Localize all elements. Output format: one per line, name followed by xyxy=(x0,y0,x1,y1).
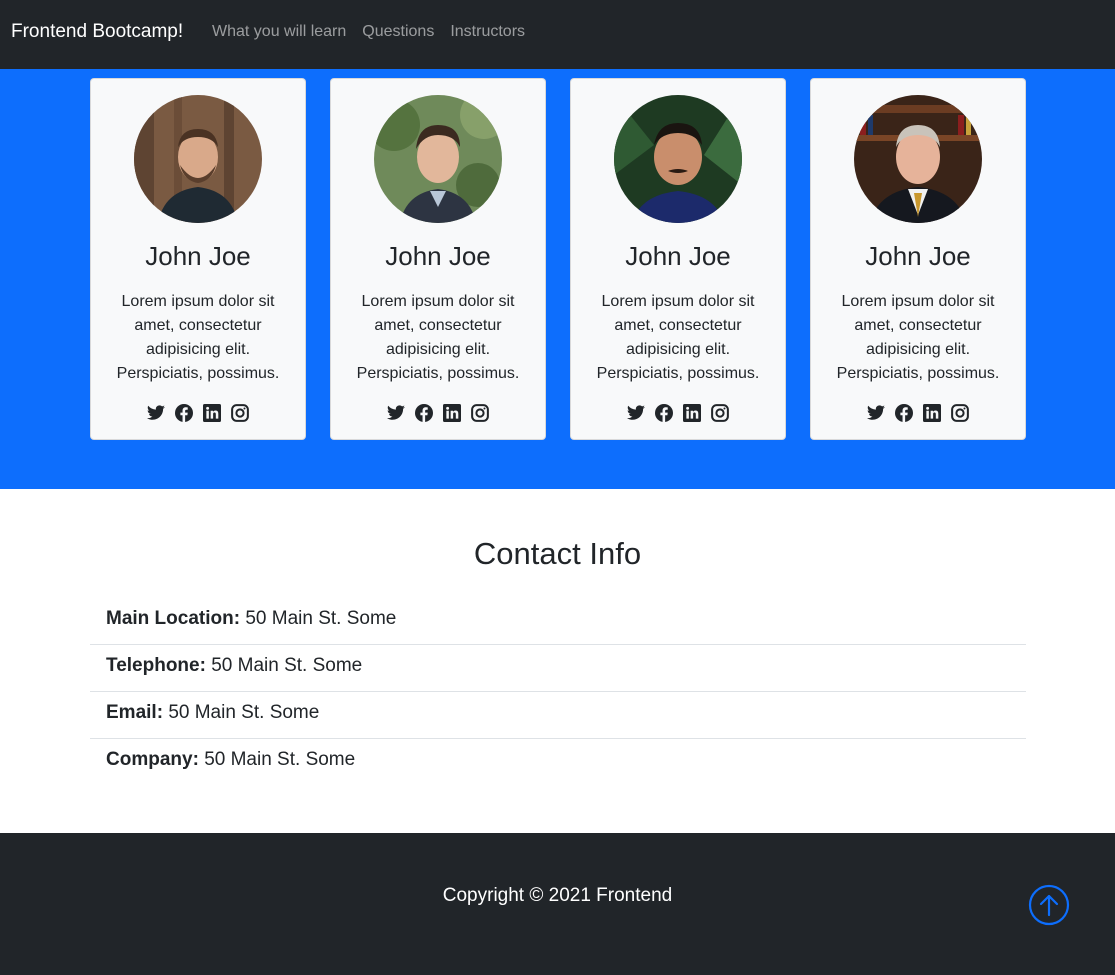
instructor-photo xyxy=(854,95,982,223)
instructor-photo xyxy=(614,95,742,223)
facebook-icon[interactable] xyxy=(895,404,913,422)
contact-value: 50 Main St. Some xyxy=(204,749,356,770)
facebook-icon[interactable] xyxy=(415,404,433,422)
twitter-icon[interactable] xyxy=(867,404,885,422)
nav-link-what-you-will-learn[interactable]: What you will learn xyxy=(212,23,346,41)
contact-item-telephone: Telephone: 50 Main St. Some xyxy=(90,645,1026,692)
twitter-icon[interactable] xyxy=(387,404,405,422)
copyright-text: Copyright © 2021 Frontend xyxy=(442,885,673,906)
social-links xyxy=(571,404,785,422)
instructor-card: John Joe Lorem ipsum dolor sit amet, con… xyxy=(330,78,546,440)
twitter-icon[interactable] xyxy=(627,404,645,422)
instructor-name: John Joe xyxy=(865,241,971,271)
instructors-section: John Joe Lorem ipsum dolor sit amet, con… xyxy=(0,69,1115,489)
nav-link-instructors[interactable]: Instructors xyxy=(450,23,525,41)
instagram-icon[interactable] xyxy=(231,404,249,422)
instagram-icon[interactable] xyxy=(951,404,969,422)
instructor-card: John Joe Lorem ipsum dolor sit amet, con… xyxy=(570,78,786,440)
footer: Copyright © 2021 Frontend xyxy=(0,833,1115,975)
contact-label: Main Location: xyxy=(106,608,246,629)
linkedin-icon[interactable] xyxy=(203,404,221,422)
linkedin-icon[interactable] xyxy=(443,404,461,422)
instructor-bio: Lorem ipsum dolor sit amet, consectetur … xyxy=(116,293,280,382)
contact-item-email: Email: 50 Main St. Some xyxy=(90,692,1026,739)
nav-links: What you will learn Questions Instructor… xyxy=(212,23,541,41)
instructor-bio: Lorem ipsum dolor sit amet, consectetur … xyxy=(836,293,1000,382)
contact-item-company: Company: 50 Main St. Some xyxy=(90,739,1026,786)
twitter-icon[interactable] xyxy=(147,404,165,422)
contact-value: 50 Main St. Some xyxy=(211,655,363,676)
instructor-bio: Lorem ipsum dolor sit amet, consectetur … xyxy=(356,293,520,382)
navbar-brand[interactable]: Frontend Bootcamp! xyxy=(11,21,183,43)
social-links xyxy=(331,404,545,422)
instructor-card: John Joe Lorem ipsum dolor sit amet, con… xyxy=(810,78,1026,440)
instructor-photo xyxy=(134,95,262,223)
instructor-name: John Joe xyxy=(385,241,491,271)
contact-value: 50 Main St. Some xyxy=(168,702,320,723)
arrow-up-circle-icon[interactable] xyxy=(1028,884,1070,926)
contact-title: Contact Info xyxy=(473,536,642,571)
instagram-icon[interactable] xyxy=(711,404,729,422)
linkedin-icon[interactable] xyxy=(923,404,941,422)
instructor-bio: Lorem ipsum dolor sit amet, consectetur … xyxy=(596,293,760,382)
linkedin-icon[interactable] xyxy=(683,404,701,422)
contact-item-main-location: Main Location: 50 Main St. Some xyxy=(90,598,1026,645)
facebook-icon[interactable] xyxy=(175,404,193,422)
instructor-photo xyxy=(374,95,502,223)
contact-label: Company: xyxy=(106,749,205,770)
contact-label: Telephone: xyxy=(106,655,212,676)
facebook-icon[interactable] xyxy=(655,404,673,422)
instagram-icon[interactable] xyxy=(471,404,489,422)
instructor-name: John Joe xyxy=(145,241,251,271)
social-links xyxy=(811,404,1025,422)
social-links xyxy=(91,404,305,422)
instructor-name: John Joe xyxy=(625,241,731,271)
contact-list: Main Location: 50 Main St. Some Telephon… xyxy=(90,598,1026,786)
instructor-card: John Joe Lorem ipsum dolor sit amet, con… xyxy=(90,78,306,440)
navbar: Frontend Bootcamp! What you will learn Q… xyxy=(0,0,1115,69)
nav-link-questions[interactable]: Questions xyxy=(362,23,434,41)
contact-value: 50 Main St. Some xyxy=(245,608,397,629)
contact-label: Email: xyxy=(106,702,169,723)
